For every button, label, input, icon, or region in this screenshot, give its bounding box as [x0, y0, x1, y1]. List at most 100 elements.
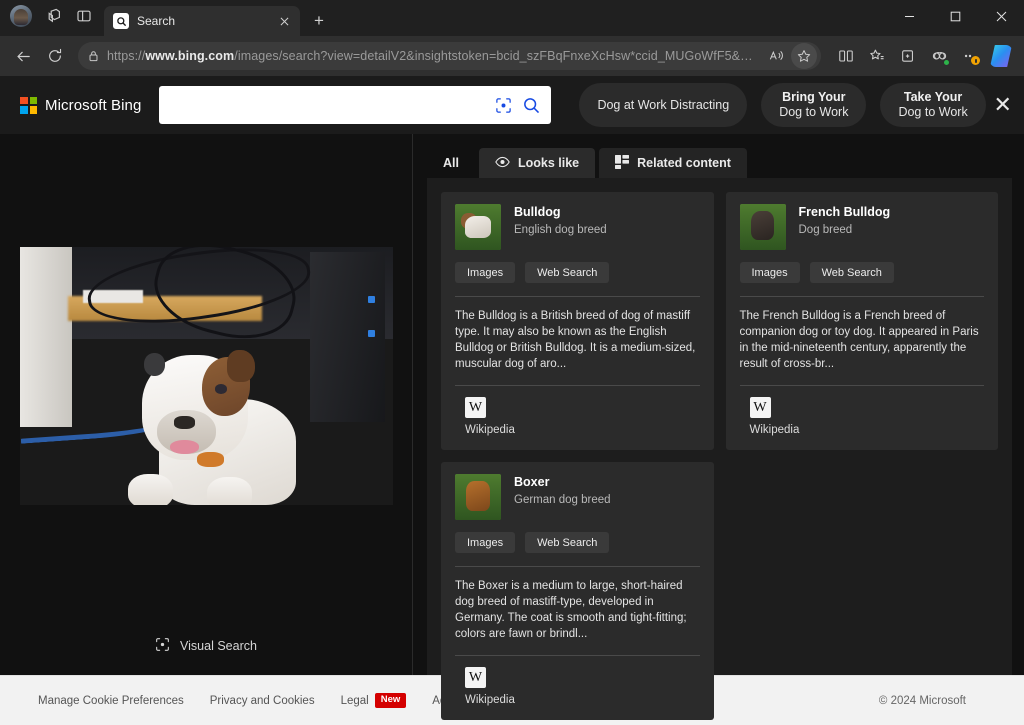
source-image[interactable] — [20, 247, 393, 505]
results-column-right: French Bulldog Dog breed Images Web Sear… — [726, 192, 999, 450]
bing-logo[interactable]: Microsoft Bing — [20, 97, 141, 114]
boxer-thumbnail[interactable] — [455, 474, 501, 520]
card-description: The Boxer is a medium to large, short-ha… — [455, 578, 700, 642]
card-subtitle: Dog breed — [799, 224, 891, 236]
card-subtitle: English dog breed — [514, 224, 607, 236]
bing-search-icon — [113, 13, 129, 29]
eye-icon — [495, 156, 510, 171]
new-tab-button[interactable]: + — [306, 8, 332, 34]
refresh-icon[interactable] — [40, 41, 70, 71]
back-arrow-icon[interactable] — [8, 41, 38, 71]
search-input[interactable] — [173, 97, 485, 113]
copyright-text: © 2024 Microsoft — [879, 695, 986, 707]
navigation-toolbar: https://www.bing.com/images/search?view=… — [0, 36, 1024, 76]
card-titles: French Bulldog Dog breed — [799, 204, 891, 236]
tab-related-content[interactable]: Related content — [599, 148, 747, 178]
footer-link-privacy-and-cookies[interactable]: Privacy and Cookies — [210, 695, 315, 707]
page-content: Microsoft Bing — [0, 76, 1024, 725]
microsoft-logo-icon — [20, 97, 37, 114]
split-screen-icon[interactable] — [831, 41, 861, 71]
chip-line2: Dog to Work — [779, 105, 848, 120]
window-controls — [886, 0, 1024, 36]
search-chip-0[interactable]: Dog at Work Distracting — [579, 83, 747, 127]
search-icon[interactable] — [522, 96, 541, 115]
visual-search-body: Visual Search All — [0, 134, 1024, 675]
footer-link-legal[interactable]: Legal New — [341, 693, 407, 707]
tab-label: Looks like — [518, 156, 579, 170]
browser-toolbar-actions — [831, 41, 1016, 71]
card-source[interactable]: W Wikipedia — [455, 667, 700, 706]
status-dot — [943, 59, 950, 66]
close-icon[interactable] — [274, 11, 294, 31]
source-label: Wikipedia — [465, 424, 515, 436]
star-icon[interactable] — [791, 43, 817, 69]
card-actions: Images Web Search — [455, 262, 700, 283]
favorites-icon[interactable] — [862, 41, 892, 71]
minimize-button[interactable] — [886, 0, 932, 32]
results-panel: All Looks like — [413, 134, 1024, 675]
search-chip-2[interactable]: Take Your Dog to Work — [880, 83, 985, 127]
read-aloud-icon[interactable] — [763, 43, 789, 69]
related-search-chips: Dog at Work Distracting Bring Your Dog t… — [579, 83, 985, 127]
footer-link-label: Legal — [341, 695, 369, 707]
source-label: Wikipedia — [750, 424, 800, 436]
collections-icon[interactable] — [893, 41, 923, 71]
bing-wordmark: Microsoft Bing — [45, 97, 141, 114]
wikipedia-icon: W — [750, 397, 771, 418]
card-actions: Images Web Search — [740, 262, 985, 283]
maximize-button[interactable] — [932, 0, 978, 32]
french-bulldog-thumbnail[interactable] — [740, 204, 786, 250]
card-titles: Boxer German dog breed — [514, 474, 611, 506]
visual-search-camera-icon[interactable] — [495, 97, 512, 114]
card-header: Bulldog English dog breed — [455, 204, 700, 250]
divider — [740, 385, 985, 386]
copilot-icon[interactable] — [986, 41, 1016, 71]
address-bar[interactable]: https://www.bing.com/images/search?view=… — [78, 42, 821, 70]
tab-looks-like[interactable]: Looks like — [479, 148, 595, 178]
search-chip-1[interactable]: Bring Your Dog to Work — [761, 83, 866, 127]
images-button[interactable]: Images — [740, 262, 800, 283]
browser-tab[interactable]: Search — [104, 6, 300, 36]
footer-link-label: Manage Cookie Preferences — [38, 695, 184, 707]
card-description: The Bulldog is a British breed of dog of… — [455, 308, 700, 372]
result-card-bulldog[interactable]: Bulldog English dog breed Images Web Sea… — [441, 192, 714, 450]
close-icon[interactable]: ✕ — [986, 88, 1020, 122]
address-bar-actions — [763, 43, 817, 69]
close-window-button[interactable] — [978, 0, 1024, 32]
web-search-button[interactable]: Web Search — [525, 532, 609, 553]
browser-essentials-icon[interactable] — [924, 41, 954, 71]
card-actions: Images Web Search — [455, 532, 700, 553]
result-card-french-bulldog[interactable]: French Bulldog Dog breed Images Web Sear… — [726, 192, 999, 450]
url-text: https://www.bing.com/images/search?view=… — [107, 49, 755, 63]
web-search-button[interactable]: Web Search — [525, 262, 609, 283]
tab-strip: Search + — [0, 0, 1024, 36]
footer-link-manage-cookie-preferences[interactable]: Manage Cookie Preferences — [38, 695, 184, 707]
card-source[interactable]: W Wikipedia — [455, 397, 700, 436]
settings-more-icon[interactable] — [955, 41, 985, 71]
tab-actions-icon[interactable] — [70, 2, 98, 30]
visual-search-label-row[interactable]: Visual Search — [0, 617, 412, 675]
grid-layout-icon — [615, 155, 629, 172]
divider — [455, 385, 700, 386]
image-panel: Visual Search — [0, 134, 412, 675]
chip-line1: Dog at Work Distracting — [597, 98, 729, 113]
visual-search-icon — [155, 637, 170, 655]
update-badge — [971, 56, 980, 65]
result-card-boxer[interactable]: Boxer German dog breed Images Web Search… — [441, 462, 714, 720]
bulldog-thumbnail[interactable] — [455, 204, 501, 250]
profile-avatar[interactable] — [10, 5, 32, 27]
wikipedia-icon: W — [465, 397, 486, 418]
tab-all[interactable]: All — [427, 148, 475, 178]
divider — [455, 296, 700, 297]
images-button[interactable]: Images — [455, 532, 515, 553]
search-box[interactable] — [159, 86, 551, 124]
card-description: The French Bulldog is a French breed of … — [740, 308, 985, 372]
results-surface: Bulldog English dog breed Images Web Sea… — [427, 178, 1012, 675]
workspaces-icon[interactable] — [40, 2, 68, 30]
web-search-button[interactable]: Web Search — [810, 262, 894, 283]
source-label: Wikipedia — [465, 694, 515, 706]
lock-icon — [88, 50, 99, 62]
card-source[interactable]: W Wikipedia — [740, 397, 985, 436]
images-button[interactable]: Images — [455, 262, 515, 283]
divider — [455, 655, 700, 656]
